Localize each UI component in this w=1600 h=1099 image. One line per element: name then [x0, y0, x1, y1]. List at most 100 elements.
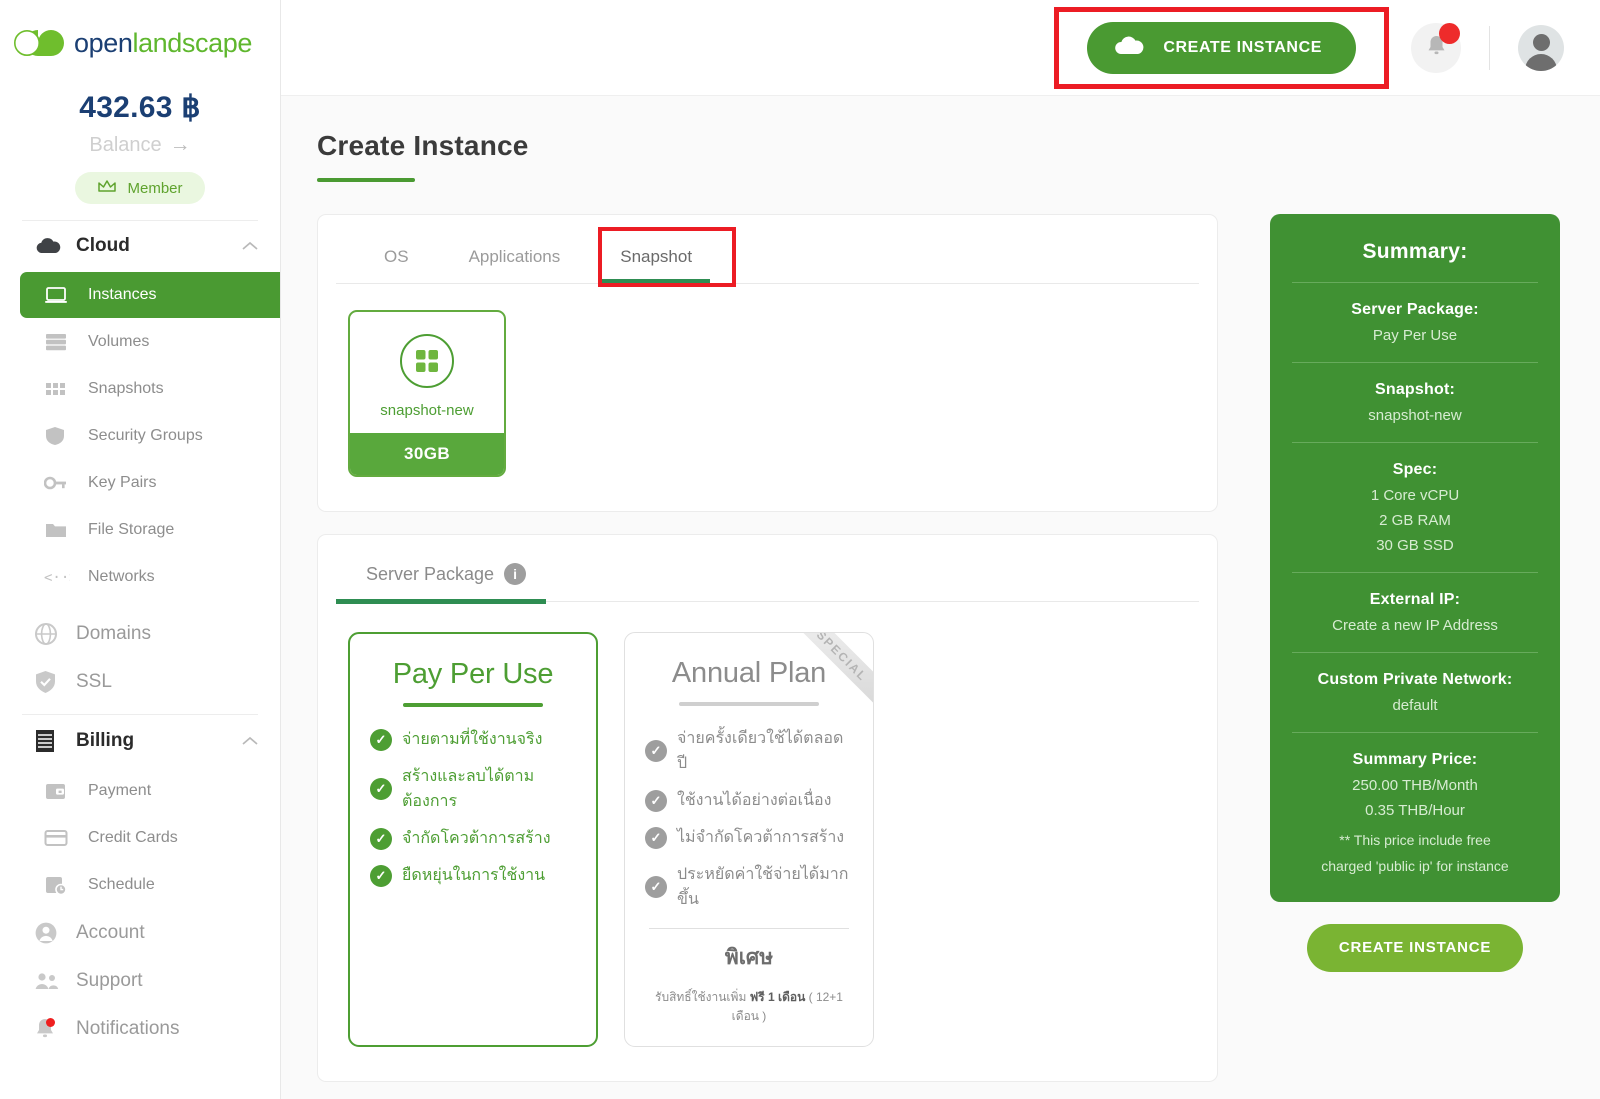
image-source-card: OS Applications Snapshot snapshot-new 30…	[317, 214, 1218, 512]
avatar[interactable]	[1518, 24, 1564, 71]
check-icon: ✓	[370, 728, 392, 751]
sidebar-item-credit-cards[interactable]: Credit Cards	[20, 815, 270, 861]
plan-card-pay-per-use[interactable]: Pay Per Use ✓ จ่ายตามที่ใช้งานจริง ✓ สร้าง…	[348, 632, 598, 1047]
sidebar-group-cloud-label: Cloud	[76, 235, 130, 256]
sidebar-item-label: SSL	[76, 671, 112, 692]
page-title-underline	[317, 178, 415, 182]
plan-special-label: พิเศษ	[724, 946, 774, 969]
summary-key-snapshot: Snapshot:	[1374, 381, 1456, 398]
sidebar-group-billing[interactable]: Billing	[0, 715, 280, 767]
plan-title-underline	[403, 703, 543, 707]
plan-card-annual-plan[interactable]: SPECIAL Annual Plan ✓ จ่ายครั้งเดียวใช้ได…	[624, 632, 874, 1047]
plan-title: Annual Plan	[671, 657, 827, 689]
snapshot-list: snapshot-new 30GB	[318, 284, 1217, 511]
plan-feature: ✓ สร้างและลบได้ตามต้องการ	[370, 764, 576, 814]
snapshot-card[interactable]: snapshot-new 30GB	[348, 310, 506, 477]
summary-note-line2: charged 'public ip' for instance	[1321, 858, 1509, 875]
sidebar-item-domains[interactable]: Domains	[0, 610, 280, 658]
page-content: Create Instance OS Applications Snapshot	[281, 96, 1600, 1099]
sidebar-item-label: Schedule	[88, 876, 155, 893]
sidebar-item-account[interactable]: Account	[0, 909, 280, 957]
plan-note: รับสิทธิ์ใช้งานเพิ่ม ฟรี 1 เดือน ( 12+1 …	[645, 988, 853, 1026]
sidebar-item-support[interactable]: Support	[0, 957, 280, 1005]
plan-feature-label: จ่ายครั้งเดียวใช้ได้ตลอดปี	[677, 730, 844, 772]
sidebar-item-schedule[interactable]: Schedule	[20, 862, 270, 908]
balance-block: 432.63 ฿ Balance → Member	[0, 90, 280, 204]
snapshots-grid-icon	[44, 380, 88, 398]
topbar: CREATE INSTANCE	[281, 0, 1600, 96]
sidebar-item-file-storage[interactable]: File Storage	[20, 507, 270, 553]
summary-key-external-ip: External IP:	[1369, 591, 1461, 608]
balance-link[interactable]: Balance →	[0, 133, 280, 157]
plan-feature: ✓ ยืดหยุ่นในการใช้งาน	[370, 863, 576, 888]
plan-feature: ✓ จ่ายครั้งเดียวใช้ได้ตลอดปี	[645, 726, 853, 776]
brand-logo[interactable]: openlandscape	[0, 0, 280, 64]
create-instance-button-summary[interactable]: CREATE INSTANCE	[1306, 923, 1524, 972]
server-package-header: Server Package i	[318, 535, 1217, 585]
sidebar-item-key-pairs[interactable]: Key Pairs	[20, 460, 270, 506]
sidebar: openlandscape 432.63 ฿ Balance → Member …	[0, 0, 281, 1099]
plan-title: Pay Per Use	[392, 658, 554, 690]
plan-feature: ✓ ใช้งานได้อย่างต่อเนื่อง	[645, 788, 853, 813]
grid-squares-icon	[400, 334, 454, 388]
tab-applications[interactable]: Applications	[451, 237, 579, 283]
network-icon: <··>	[44, 569, 88, 585]
plan-feature: ✓ จำกัดโควต้าการสร้าง	[370, 826, 576, 851]
create-instance-button-label: CREATE INSTANCE	[1163, 38, 1322, 56]
info-icon[interactable]: i	[504, 563, 527, 585]
sidebar-item-label: Volumes	[88, 333, 150, 350]
notification-bell-button[interactable]	[1411, 22, 1461, 73]
summary-divider	[1292, 282, 1538, 283]
summary-panel: Summary: Server Package: Pay Per Use Sna…	[1270, 214, 1560, 902]
sidebar-group-billing-label: Billing	[76, 730, 135, 751]
avatar-body	[1525, 53, 1557, 71]
left-column: OS Applications Snapshot snapshot-new 30…	[317, 214, 1218, 1099]
chevron-up-icon	[242, 238, 258, 254]
cloud-icon	[34, 237, 76, 255]
notification-badge	[1439, 22, 1460, 44]
check-icon: ✓	[645, 876, 667, 898]
content-layout: OS Applications Snapshot snapshot-new 30…	[317, 214, 1560, 1099]
check-icon: ✓	[370, 827, 392, 850]
member-badge-label: Member	[127, 179, 183, 197]
summary-divider	[1292, 732, 1538, 733]
sidebar-item-networks[interactable]: <··> Networks	[20, 554, 270, 600]
summary-value-price-month: 250.00 THB/Month	[1352, 777, 1478, 794]
plan-feature: ✓ ไม่จำกัดโควต้าการสร้าง	[645, 825, 853, 850]
create-instance-button-top[interactable]: CREATE INSTANCE	[1087, 21, 1356, 74]
sidebar-group-cloud[interactable]: Cloud	[0, 221, 280, 271]
sidebar-item-label: Security Groups	[88, 427, 203, 444]
tab-os[interactable]: OS	[366, 237, 427, 283]
sidebar-item-instances[interactable]: Instances	[20, 272, 280, 318]
summary-divider	[1292, 362, 1538, 363]
sidebar-item-snapshots[interactable]: Snapshots	[20, 366, 270, 412]
calendar-clock-icon	[44, 875, 88, 895]
globe-icon	[34, 622, 76, 646]
sidebar-item-label: File Storage	[88, 521, 175, 538]
summary-title: Summary:	[1362, 240, 1468, 263]
notification-dot	[46, 1017, 55, 1027]
sidebar-item-payment[interactable]: Payment	[20, 768, 270, 814]
sidebar-item-label: Networks	[88, 568, 155, 585]
sidebar-item-label: Notifications	[76, 1018, 180, 1039]
brand-name-part2: landscape	[132, 27, 252, 58]
sidebar-item-label: Payment	[88, 782, 152, 799]
summary-value-price-hour: 0.35 THB/Hour	[1365, 802, 1465, 819]
sidebar-item-label: Support	[76, 970, 143, 991]
sidebar-item-notifications[interactable]: Notifications	[0, 1005, 280, 1053]
shield-check-icon	[34, 670, 76, 694]
plan-note-bold: ฟรี 1 เดือน	[749, 990, 806, 1004]
tab-snapshot[interactable]: Snapshot	[602, 237, 710, 284]
sidebar-item-label: Key Pairs	[88, 474, 157, 491]
sidebar-item-label: Instances	[88, 286, 157, 303]
balance-label: Balance	[89, 133, 162, 156]
summary-value-snapshot: snapshot-new	[1368, 407, 1462, 424]
openlandscape-logo-icon	[10, 22, 70, 64]
main-area: CREATE INSTANCE Create Instance OS Appli…	[281, 0, 1600, 1099]
sidebar-item-security-groups[interactable]: Security Groups	[20, 413, 270, 459]
sidebar-item-volumes[interactable]: Volumes	[20, 319, 270, 365]
sidebar-item-ssl[interactable]: SSL	[0, 658, 280, 706]
balance-amount: 432.63 ฿	[79, 91, 201, 124]
check-icon: ✓	[645, 789, 667, 812]
summary-note-line1: ** This price include free	[1339, 832, 1491, 848]
